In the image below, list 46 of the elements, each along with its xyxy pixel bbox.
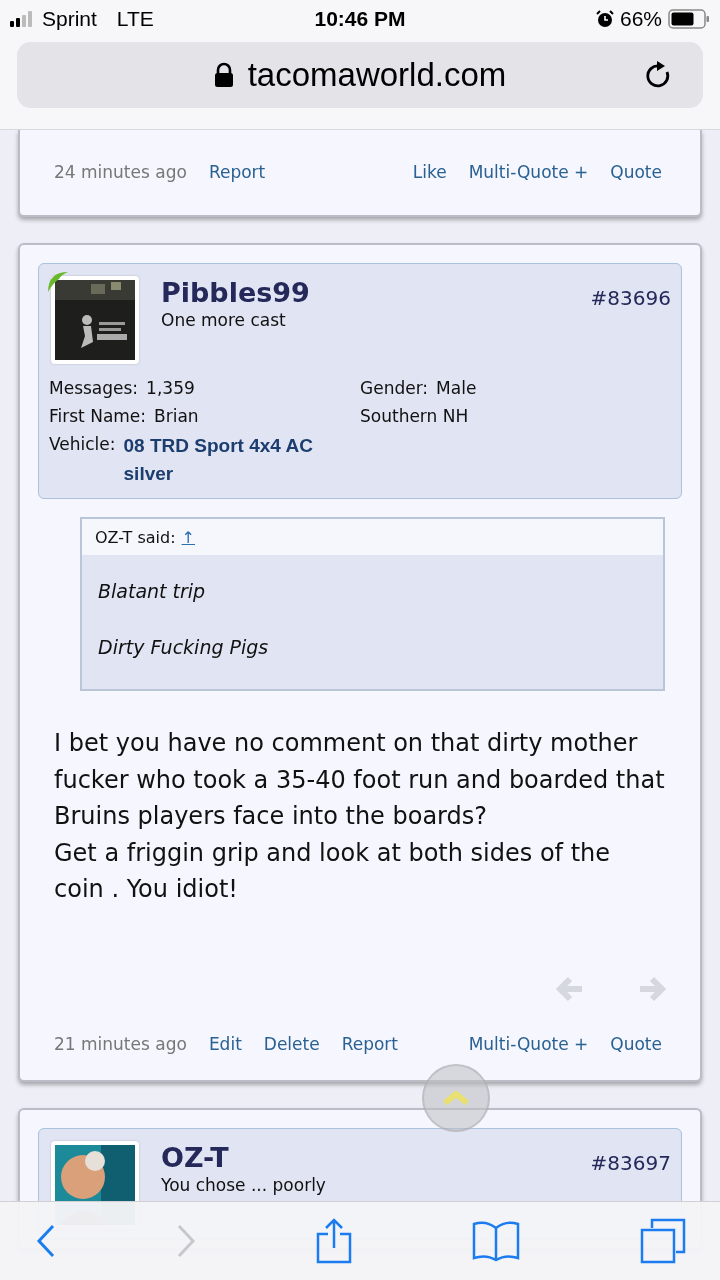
battery-percent: 66% <box>619 7 662 31</box>
post-action-link[interactable]: Report <box>341 1033 398 1054</box>
alarm-icon <box>595 10 614 28</box>
post-action-link[interactable]: Like <box>412 162 447 182</box>
back-icon[interactable] <box>36 1224 56 1258</box>
stat-label: Gender: <box>360 377 429 400</box>
online-indicator-icon <box>47 271 69 293</box>
post-action-link[interactable]: Edit <box>208 1033 242 1054</box>
quote-text: Dirty Fucking Pigs <box>98 635 270 660</box>
post-number-link[interactable]: #83697 <box>590 1150 671 1175</box>
user-title: You chose ... poorly <box>161 1174 327 1195</box>
stat-value: 1,359 <box>146 377 195 400</box>
post-action-link[interactable]: Report <box>208 162 266 182</box>
username-link[interactable]: OZ-T <box>161 1140 591 1175</box>
bookmarks-icon[interactable] <box>472 1220 520 1262</box>
clock: 10:46 PM <box>314 7 406 31</box>
message-text: Get a friggin grip and look at both sides of the coin . You idiot! <box>54 837 612 905</box>
vehicle-link[interactable]: 08 TRD Sport 4x4 AC silver <box>123 432 324 488</box>
jump-to-quote-link[interactable]: ↑ <box>181 527 195 547</box>
message-text: I bet you have no comment on that dirty mother fucker who took a 35-40 foot run and boarded that Bruins players face into the boards? <box>54 728 666 832</box>
post-time: 24 minutes ago <box>54 162 187 182</box>
quote-author: OZ-T said: <box>95 527 176 547</box>
lock-icon <box>213 62 234 88</box>
address-bar[interactable]: tacomaworld.com <box>17 42 703 108</box>
battery-icon <box>668 9 710 29</box>
post-action-link[interactable]: Quote <box>610 1033 662 1054</box>
user-title: One more cast <box>161 310 287 330</box>
share-icon[interactable] <box>316 1218 352 1264</box>
carrier-name: Sprint <box>42 7 97 31</box>
stat-label: Vehicle: <box>49 433 116 456</box>
post-action-link[interactable]: Multi-Quote + <box>468 1033 589 1054</box>
chevron-up-icon <box>442 1091 470 1105</box>
username-link[interactable]: Pibbles99 <box>161 276 591 310</box>
stat-value: Brian <box>154 405 199 428</box>
post-action-link[interactable]: Quote <box>610 162 662 182</box>
post-number-link[interactable]: #83696 <box>590 286 671 310</box>
tabs-icon[interactable] <box>640 1218 686 1264</box>
network-type: LTE <box>116 7 154 31</box>
post-time: 21 minutes ago <box>54 1033 187 1054</box>
post-action-link[interactable]: Multi-Quote + <box>468 162 589 182</box>
post-action-link[interactable]: Delete <box>263 1033 320 1054</box>
stat-value: Male <box>436 377 477 400</box>
stat-label: First Name: <box>49 405 147 428</box>
stat-label: Messages: <box>49 377 139 400</box>
stat-value: Southern NH <box>360 405 469 428</box>
quote-text: Blatant trip <box>98 579 207 604</box>
